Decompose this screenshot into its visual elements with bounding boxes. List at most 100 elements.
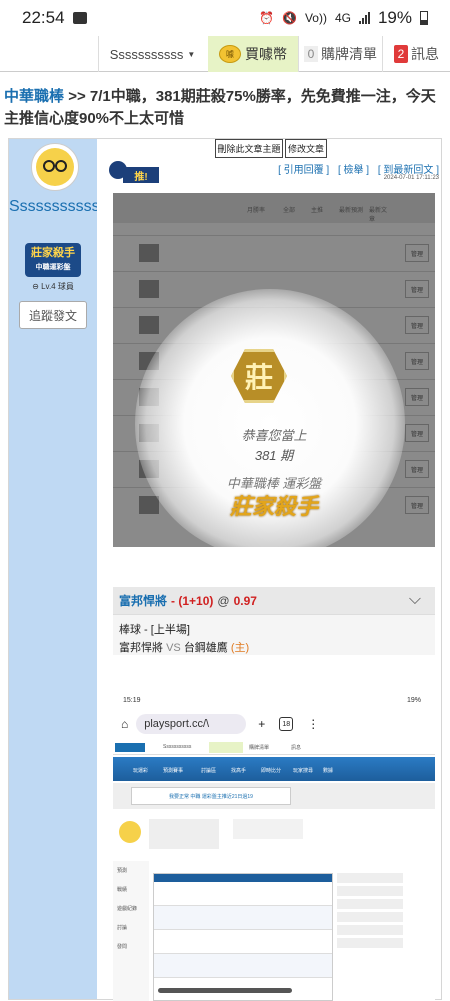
shot-line bbox=[337, 899, 403, 909]
blurred-image bbox=[139, 244, 159, 262]
push-badge: 推! bbox=[103, 161, 165, 191]
embedded-screenshot: 15:19 19% ⌂ playsport.cc/\ + 18 ⋮ Ssssss… bbox=[113, 691, 435, 1001]
chevron-down-icon[interactable]: ⌵ bbox=[409, 591, 421, 609]
shot-line bbox=[337, 925, 403, 935]
game-type: 棒球 - [上半場] bbox=[119, 624, 190, 636]
shot-topnav: Sssssssssss 購牌清單 訊息 bbox=[113, 741, 435, 755]
post-date: 2024-07-01 17:11:23 bbox=[383, 175, 439, 181]
more-icon: ⋮ bbox=[307, 717, 320, 731]
manage-button: 管理 bbox=[405, 244, 429, 262]
status-time: 22:54 bbox=[22, 8, 65, 27]
vs-label: VS bbox=[166, 642, 181, 654]
overlay-col: 最新預測 bbox=[339, 208, 364, 214]
level-text: Lv.4 球員 bbox=[41, 282, 74, 291]
home-icon: ⌂ bbox=[121, 717, 129, 731]
shot-menu-item: 討論區 bbox=[201, 768, 217, 774]
shot-line bbox=[337, 938, 403, 948]
home-team: 台鋼雄鷹 bbox=[183, 642, 228, 654]
shot-table bbox=[153, 873, 333, 1001]
home-tag: (主) bbox=[230, 642, 250, 654]
overlay-col: 主推 bbox=[311, 208, 324, 214]
status-bar: 22:54 ⏰ 🔇 Vo)) 4G 19% bbox=[0, 0, 450, 36]
network-label: 4G bbox=[334, 11, 351, 25]
chevron-down-icon: ▼ bbox=[187, 49, 196, 59]
user-menu[interactable]: Sssssssssss ▼ bbox=[98, 36, 206, 72]
author-name[interactable]: Sssssssssss bbox=[9, 197, 100, 217]
manage-button: 管理 bbox=[405, 316, 429, 334]
shot-table-row bbox=[154, 930, 332, 954]
top-nav: Sssssssssss ▼ 噱 買噱幣 0 購牌清單 2 訊息 bbox=[0, 36, 450, 72]
shot-side-item: 討論 bbox=[117, 925, 128, 931]
shot-cart: 購牌清單 bbox=[249, 745, 270, 751]
shot-line bbox=[337, 912, 403, 922]
cart-label: 購牌清單 bbox=[321, 46, 377, 62]
award-overlay-image: 月勝率 全部 主推 最新預測 最新文章 管理 管理 管理 管理 管理 管理 管理… bbox=[113, 193, 435, 547]
shot-menu-item: 玩運彩 bbox=[133, 768, 149, 774]
shot-table-row bbox=[154, 954, 332, 978]
shot-ticker-text: 我要正常 中職 運彩盤主推近21日過19 bbox=[131, 787, 291, 805]
shot-right-column bbox=[337, 873, 403, 1001]
signal-icon bbox=[358, 12, 370, 24]
period-text: 381 期 bbox=[254, 448, 294, 463]
cart-button[interactable]: 0 購牌清單 bbox=[298, 36, 382, 72]
killer-badge: 莊家殺手 中職運彩盤 bbox=[25, 243, 81, 277]
overlay-row: 管理 bbox=[113, 235, 435, 271]
award-title: 莊家殺手 bbox=[229, 494, 318, 519]
shot-menu-item: 找高手 bbox=[231, 768, 247, 774]
at-symbol: @ bbox=[217, 593, 230, 608]
status-icons: ⏰ 🔇 Vo)) 4G 19% bbox=[259, 8, 428, 28]
post: Sssssssssss 莊家殺手 中職運彩盤 ⊖ Lv.4 球員 追蹤發文 刪除… bbox=[8, 138, 442, 1001]
shot-side-item: 預測 bbox=[117, 868, 128, 874]
congrats-text: 恭喜您當上 bbox=[241, 428, 307, 443]
messages-label: 訊息 bbox=[411, 46, 439, 62]
shot-menu-item: 數據 bbox=[323, 768, 334, 774]
blurred-image bbox=[139, 316, 159, 334]
site-logo bbox=[115, 743, 145, 752]
game-card[interactable]: 富邦悍將 - (1+10) @ 0.97 ⌵ 棒球 - [上半場] 富邦悍將 V… bbox=[113, 587, 435, 655]
shot-ticker: 我要正常 中職 運彩盤主推近21日過19 bbox=[113, 783, 435, 809]
alarm-icon: ⏰ bbox=[259, 11, 274, 25]
battery-text: 19% bbox=[377, 8, 412, 27]
report-link[interactable]: [ 檢舉 ] bbox=[338, 165, 369, 176]
badge-title: 莊家殺手 bbox=[31, 247, 75, 259]
forum-link[interactable]: 中華職棒 bbox=[4, 88, 64, 105]
mute-icon: 🔇 bbox=[281, 11, 297, 25]
overlay-col: 全部 bbox=[283, 208, 296, 214]
game-card-header[interactable]: 富邦悍將 - (1+10) @ 0.97 ⌵ bbox=[113, 587, 435, 615]
pick-odds: 0.97 bbox=[233, 593, 257, 608]
shot-table-row bbox=[154, 906, 332, 930]
shot-battery: 19% bbox=[406, 697, 421, 704]
quote-reply-link[interactable]: [ 引用回覆 ] bbox=[278, 165, 329, 176]
plus-icon: + bbox=[258, 717, 266, 731]
gesture-bar[interactable] bbox=[158, 988, 292, 993]
shot-table-header bbox=[154, 874, 332, 882]
shot-menu-item: 預測賽事 bbox=[163, 768, 184, 774]
manage-button: 管理 bbox=[405, 388, 429, 406]
message-notification-icon bbox=[72, 12, 87, 24]
away-team: 富邦悍將 bbox=[119, 642, 163, 654]
shot-menu-item: 即時比分 bbox=[261, 768, 282, 774]
coin-icon: 噱 bbox=[219, 45, 241, 63]
tabs-count: 18 bbox=[279, 717, 294, 731]
avatar[interactable] bbox=[31, 143, 79, 191]
delete-post-button[interactable]: 刪除此文章主題 bbox=[215, 139, 283, 158]
shot-side-item: 戰績 bbox=[117, 887, 128, 893]
messages-button[interactable]: 2 訊息 bbox=[382, 36, 450, 72]
follow-button[interactable]: 追蹤發文 bbox=[19, 301, 87, 329]
post-content: 刪除此文章主題 修改文章 推! [ 引用回覆 ] [ 檢舉 ] [ 到最新回文 … bbox=[97, 139, 441, 1001]
coin-button[interactable]: 噱 買噱幣 bbox=[208, 36, 298, 72]
manage-button: 管理 bbox=[405, 352, 429, 370]
shot-status-bar: 15:19 19% bbox=[113, 695, 435, 709]
shot-table-row bbox=[154, 882, 332, 906]
post-links: [ 引用回覆 ] [ 檢舉 ] [ 到最新回文 ] bbox=[272, 161, 439, 176]
overlay-col: 月勝率 bbox=[247, 208, 266, 214]
push-label: 推! bbox=[123, 167, 159, 183]
breadcrumb-separator: >> bbox=[68, 88, 86, 105]
shot-avatar bbox=[119, 821, 141, 843]
message-count: 2 bbox=[394, 45, 408, 63]
badge-subtitle: 中職運彩盤 bbox=[35, 264, 71, 271]
overlay-col: 最新文章 bbox=[369, 208, 388, 223]
pick-spread: - (1+10) bbox=[171, 593, 214, 608]
edit-post-button[interactable]: 修改文章 bbox=[285, 139, 327, 158]
manage-button: 管理 bbox=[405, 280, 429, 298]
